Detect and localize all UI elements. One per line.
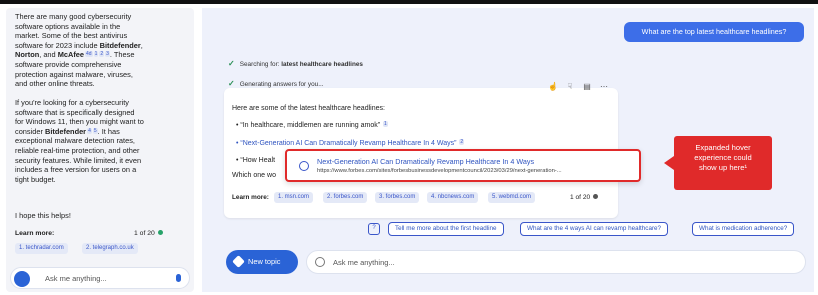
learn-more-label: Learn more: — [232, 194, 269, 201]
headline-item: • “In healthcare, middlemen are running … — [236, 121, 388, 129]
source-chip[interactable]: 2. forbes.com — [323, 192, 368, 203]
more-icon[interactable]: ⋯ — [598, 82, 610, 96]
answer-intro: Here are some of the latest healthcare h… — [232, 105, 385, 112]
text-line: If you're looking for a cybersecurity — [15, 98, 129, 107]
brand-name: Bitdefender — [99, 40, 141, 50]
chat-panel-left: There are many good cybersecurity softwa… — [6, 8, 194, 292]
learn-more-label: Learn more: — [15, 230, 55, 237]
text-line: protection against malware, viruses, — [15, 69, 133, 79]
user-message: What are the top latest healthcare headl… — [624, 22, 804, 42]
citation[interactable]: 2 — [459, 139, 465, 145]
source-chip[interactable]: 1. techradar.com — [15, 243, 68, 254]
text-line: market. Some of the best antivirus — [15, 31, 128, 41]
text-line: consider Bitdefender 4 5. It has — [15, 126, 120, 136]
chat-panel-right: What are the top latest healthcare headl… — [202, 8, 814, 292]
new-topic-icon[interactable] — [14, 271, 30, 287]
status-searching: ✓ Searching for: latest healthcare headli… — [228, 59, 363, 68]
suggestion-chip[interactable]: What is medication adherence? — [692, 222, 795, 236]
copy-icon[interactable]: ▤ — [581, 82, 593, 96]
citation[interactable]: 1 — [383, 121, 388, 127]
text-line: includes a free version for users on a — [15, 165, 137, 175]
check-icon: ✓ — [228, 79, 235, 88]
thumbs-down-icon[interactable]: ☟ — [564, 82, 576, 96]
headline-item: • “How Healt — [236, 157, 276, 164]
ask-input[interactable]: Ask me anything... — [306, 250, 806, 274]
hover-card-title[interactable]: Next-Generation AI Can Dramatically Reva… — [317, 157, 534, 166]
brand-name: Norton — [15, 50, 40, 60]
ask-placeholder: Ask me anything... — [45, 274, 107, 283]
top-border — [0, 0, 818, 4]
citation[interactable]: 4 — [87, 127, 92, 134]
text-line: for Windows 11, then you might want to — [15, 117, 144, 127]
headline-item[interactable]: • “Next-Generation AI Can Dramatically R… — [236, 139, 465, 147]
annotation-callout: Expanded hover experience could show up … — [674, 136, 772, 190]
text-line: tight budget. — [15, 174, 56, 184]
ask-input[interactable]: Ask me anything... — [10, 267, 190, 289]
answer-paragraph-1: There are many good cybersecurity softwa… — [15, 12, 189, 89]
closing-text: I hope this helps! — [15, 211, 71, 220]
status-dot-icon — [157, 230, 163, 235]
source-chip[interactable]: 3. forbes.com — [375, 192, 420, 203]
answer-toolbar: ☝ ☟ ▤ ⋯ — [547, 82, 610, 96]
globe-icon — [299, 161, 309, 171]
citation[interactable]: 2 — [99, 51, 105, 58]
hover-card-url: https://www.forbes.com/sites/forbesbusin… — [317, 168, 562, 174]
suggestion-chip[interactable]: Tell me more about the first headline — [388, 222, 504, 236]
brand-name: McAfee — [57, 50, 85, 60]
source-chip[interactable]: 5. webmd.com — [488, 192, 536, 203]
suggestion-icon: ? — [368, 223, 380, 235]
answer-followup-text: Which one wo — [232, 172, 276, 179]
microphone-icon[interactable] — [176, 274, 181, 282]
status-dot-icon — [593, 194, 599, 199]
text-line: software for 2023 include Bitdefender, — [15, 40, 143, 50]
text-line: software provide comprehensive — [15, 59, 122, 69]
citation[interactable]: 4d — [85, 51, 93, 58]
source-chip[interactable]: 1. msn.com — [274, 192, 314, 203]
text-line: There are many good cybersecurity — [15, 12, 132, 21]
source-chip[interactable]: 4. nbcnews.com — [427, 192, 479, 203]
text-line: software that is specifically designed — [15, 107, 135, 117]
link-hover-card[interactable]: Next-Generation AI Can Dramatically Reva… — [285, 149, 641, 182]
text-line: software options available in the — [15, 21, 121, 31]
text-line: security features. While limited, it eve… — [15, 155, 142, 165]
source-chip[interactable]: 2. telegraph.co.uk — [82, 243, 138, 254]
response-count: 1 of 20 — [570, 194, 599, 201]
status-generating: ✓ Generating answers for you... — [228, 79, 324, 88]
ask-placeholder: Ask me anything... — [333, 258, 395, 267]
text-line: reliable real-time protection, and other — [15, 145, 140, 155]
chat-icon — [315, 257, 325, 267]
answer-paragraph-2: If you're looking for a cybersecurity so… — [15, 98, 189, 184]
text-line: Norton, and McAfee 4d 1 2 3. These — [15, 50, 135, 60]
text-line: and other online threats. — [15, 79, 95, 89]
text-line: exceptional malware detection rates, — [15, 136, 135, 146]
brand-name: Bitdefender — [45, 126, 87, 136]
citation[interactable]: 1 — [93, 51, 99, 58]
check-icon: ✓ — [228, 59, 235, 68]
response-count: 1 of 20 — [134, 230, 163, 237]
thumbs-up-icon[interactable]: ☝ — [547, 82, 559, 96]
new-topic-button[interactable]: New topic — [226, 250, 298, 274]
callout-arrow — [664, 156, 674, 170]
broom-icon — [232, 255, 245, 268]
suggestion-chip[interactable]: What are the 4 ways AI can revamp health… — [520, 222, 669, 236]
